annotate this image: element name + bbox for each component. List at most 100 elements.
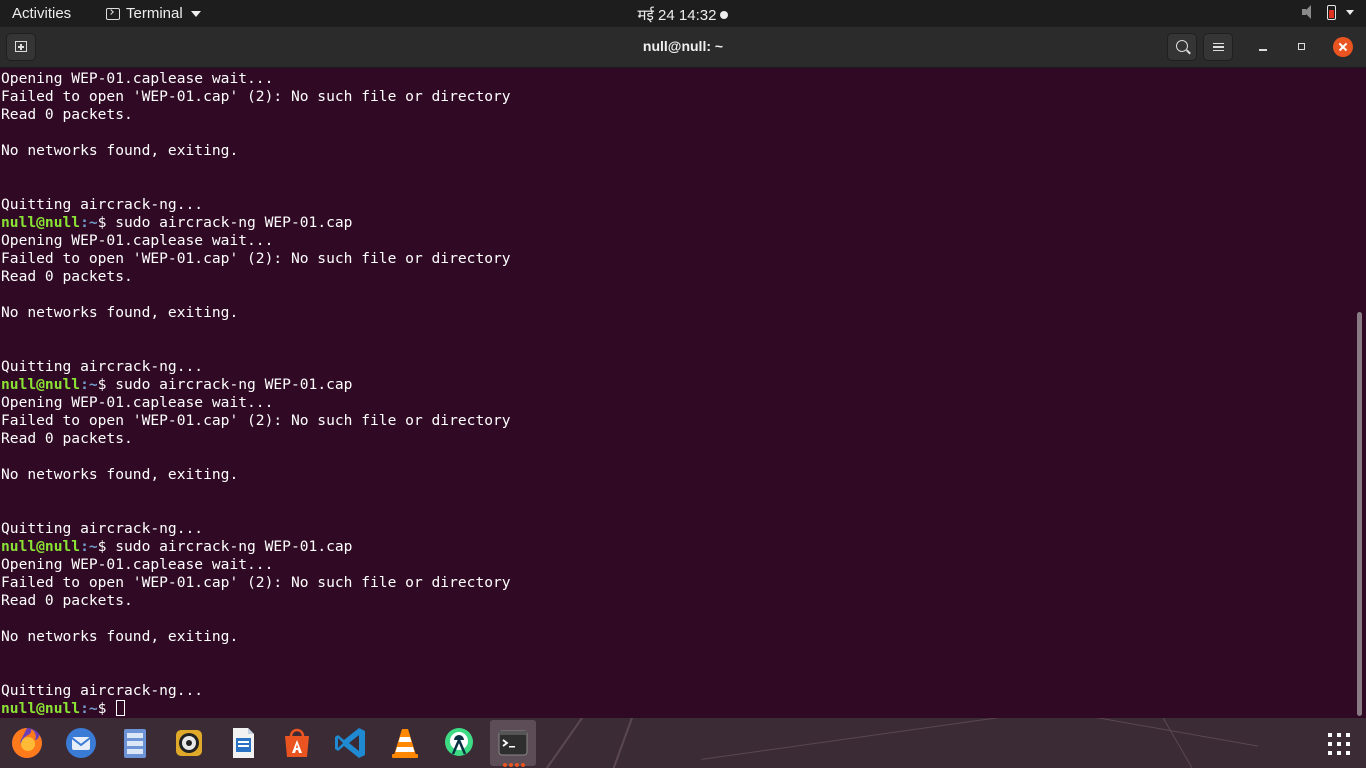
- search-icon: [1176, 40, 1188, 52]
- output-line: Read 0 packets.: [1, 268, 511, 286]
- writer-launcher[interactable]: [223, 723, 263, 763]
- prompt-user: null@null: [1, 214, 81, 231]
- terminal-view[interactable]: Opening WEP-01.caplease wait... Failed to…: [0, 68, 1366, 718]
- show-applications-button[interactable]: [1328, 733, 1350, 755]
- output-text: Failed to open 'WEP-01.cap' (2): No such…: [1, 88, 511, 105]
- dock: [0, 718, 1366, 768]
- app-menu[interactable]: Terminal: [106, 5, 201, 22]
- software-launcher[interactable]: [277, 723, 317, 763]
- output-line: Quitting aircrack-ng...: [1, 682, 511, 700]
- vlc-icon: [385, 729, 425, 767]
- output-line: Quitting aircrack-ng...: [1, 358, 511, 376]
- command-text: sudo aircrack-ng WEP-01.cap: [115, 538, 353, 555]
- scrollbar[interactable]: [1357, 312, 1362, 716]
- prompt-path: :~: [80, 214, 98, 231]
- vlc-launcher[interactable]: [385, 723, 425, 763]
- output-line: Quitting aircrack-ng...: [1, 520, 511, 538]
- terminal-icon: [106, 7, 120, 20]
- output-text: Read 0 packets.: [1, 268, 133, 285]
- output-text: Quitting aircrack-ng...: [1, 196, 204, 213]
- output-text: Read 0 packets.: [1, 106, 133, 123]
- system-tray[interactable]: [1301, 4, 1354, 20]
- maximize-button[interactable]: [1292, 37, 1312, 57]
- output-text: Read 0 packets.: [1, 592, 133, 609]
- prompt-line: null@null:~$ sudo aircrack-ng WEP-01.cap: [1, 214, 511, 232]
- close-button[interactable]: [1333, 37, 1353, 57]
- output-text: Failed to open 'WEP-01.cap' (2): No such…: [1, 412, 511, 429]
- output-text: No networks found, exiting.: [1, 466, 239, 483]
- menu-button[interactable]: [1203, 33, 1233, 61]
- output-text: Opening WEP-01.caplease wait...: [1, 556, 274, 573]
- thunderbird-icon: [61, 728, 101, 767]
- output-line: No networks found, exiting.: [1, 142, 511, 160]
- search-button[interactable]: [1167, 33, 1197, 61]
- rhythmbox-icon: [169, 730, 209, 767]
- output-text: No networks found, exiting.: [1, 304, 239, 321]
- prompt-symbol: $: [97, 214, 116, 231]
- rhythmbox-launcher[interactable]: [169, 723, 209, 763]
- files-icon: [115, 729, 155, 767]
- thunderbird-launcher[interactable]: [61, 723, 101, 763]
- output-text: Read 0 packets.: [1, 430, 133, 447]
- prompt-symbol: $: [97, 700, 116, 717]
- output-text: Failed to open 'WEP-01.cap' (2): No such…: [1, 250, 511, 267]
- running-indicator: [503, 763, 525, 767]
- output-line: Opening WEP-01.caplease wait...: [1, 394, 511, 412]
- terminal-launcher[interactable]: [493, 723, 533, 763]
- clock-date: मई 24: [637, 7, 675, 24]
- chevron-down-icon: [190, 10, 201, 17]
- output-line: Opening WEP-01.caplease wait...: [1, 556, 511, 574]
- writer-icon: [223, 728, 263, 767]
- output-text: Opening WEP-01.caplease wait...: [1, 232, 274, 249]
- output-text: Quitting aircrack-ng...: [1, 520, 204, 537]
- output-text: Opening WEP-01.caplease wait...: [1, 394, 274, 411]
- terminal-header-bar: null@null: ~: [0, 27, 1366, 68]
- files-launcher[interactable]: [115, 723, 155, 763]
- prompt-line: null@null:~$: [1, 700, 511, 718]
- firefox-icon: [7, 728, 47, 767]
- activities-button[interactable]: Activities: [12, 5, 71, 22]
- terminal-output: Opening WEP-01.caplease wait... Failed to…: [1, 70, 511, 718]
- notification-dot-icon: [720, 11, 729, 19]
- clock-button[interactable]: मई 24 14:32: [638, 7, 729, 24]
- output-line: Opening WEP-01.caplease wait...: [1, 70, 511, 88]
- output-line: Failed to open 'WEP-01.cap' (2): No such…: [1, 250, 511, 268]
- output-line: Failed to open 'WEP-01.cap' (2): No such…: [1, 574, 511, 592]
- clock: मई 24 14:32: [0, 5, 1366, 25]
- output-text: No networks found, exiting.: [1, 142, 239, 159]
- vscode-launcher[interactable]: [331, 723, 371, 763]
- firefox-launcher[interactable]: [7, 723, 47, 763]
- chevron-down-icon: [1346, 9, 1354, 15]
- output-line: Read 0 packets.: [1, 106, 511, 124]
- command-text: sudo aircrack-ng WEP-01.cap: [115, 214, 353, 231]
- new-tab-button[interactable]: [6, 33, 36, 61]
- output-line: Failed to open 'WEP-01.cap' (2): No such…: [1, 412, 511, 430]
- text-cursor: [116, 700, 126, 716]
- window-title: null@null: ~: [642, 38, 724, 54]
- hamburger-menu-icon: [1213, 43, 1224, 51]
- output-text: Failed to open 'WEP-01.cap' (2): No such…: [1, 574, 511, 591]
- prompt-user: null@null: [1, 376, 81, 393]
- android-studio-launcher[interactable]: [439, 723, 479, 763]
- app-menu-label: Terminal: [126, 5, 183, 22]
- maximize-icon: [1298, 43, 1305, 50]
- minimize-button[interactable]: [1253, 37, 1273, 57]
- prompt-path: :~: [80, 538, 98, 555]
- output-line: Read 0 packets.: [1, 592, 511, 610]
- prompt-symbol: $: [97, 538, 116, 555]
- android-studio-icon: [439, 728, 479, 767]
- prompt-line: null@null:~$ sudo aircrack-ng WEP-01.cap: [1, 538, 511, 556]
- battery-low-icon: [1327, 4, 1336, 20]
- prompt-user: null@null: [1, 700, 81, 717]
- output-line: No networks found, exiting.: [1, 466, 511, 484]
- output-text: No networks found, exiting.: [1, 628, 239, 645]
